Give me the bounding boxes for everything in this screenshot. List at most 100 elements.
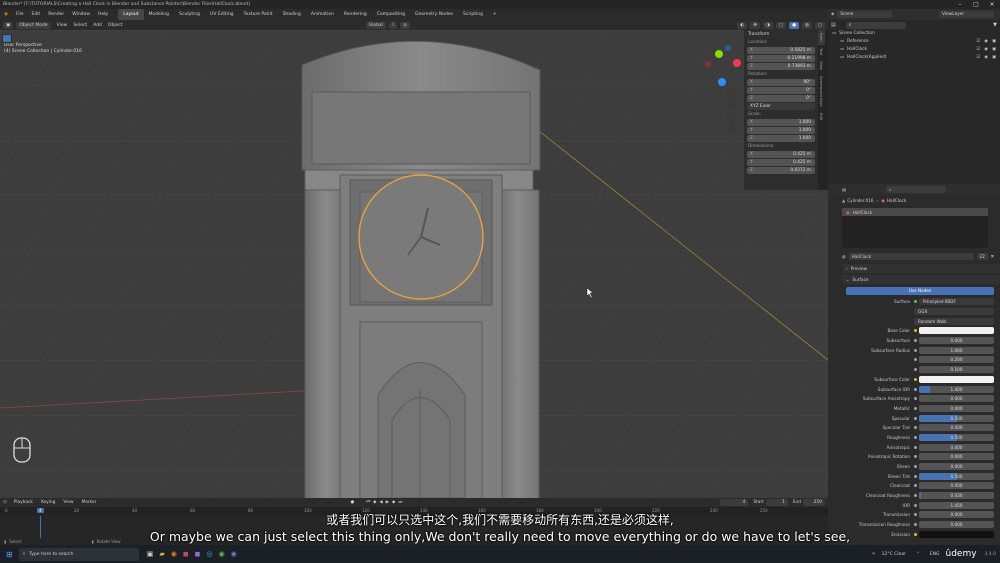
workspace-tab-modeling[interactable]: Modeling [144,9,174,20]
number-field[interactable]: 0.500 [919,472,994,480]
prev-keyframe-icon[interactable]: ◆ [373,500,376,505]
rotation-x-field[interactable]: X 90° [747,79,815,86]
socket-icon[interactable] [914,397,917,401]
socket-icon[interactable] [914,503,917,507]
workspace-tab-geometry-nodes[interactable]: Geometry Nodes [410,9,458,20]
socket-icon[interactable] [914,455,917,459]
workspace-tab-shading[interactable]: Shading [278,9,306,20]
socket-icon[interactable] [914,329,917,333]
camera-icon[interactable] [726,112,736,122]
material-slot-list[interactable]: ● HallClock [842,208,988,248]
timeline-editor-icon[interactable]: ◷ [0,500,10,505]
filter-icon[interactable]: ▼ [993,22,997,28]
add-workspace-icon[interactable]: + [488,9,502,20]
close-icon[interactable]: ✕ [984,0,1000,9]
location-y-field[interactable]: Y -0.21998 m [747,55,815,62]
shading-material-icon[interactable]: ◍ [802,21,813,29]
socket-icon[interactable] [914,339,917,343]
distribution-dropdown[interactable]: GGX [914,308,994,316]
blender-logo-icon[interactable]: ◉ [0,9,12,20]
material-datablock-field[interactable]: HallClock [848,252,974,260]
number-field[interactable]: 0.500 [919,433,994,441]
gizmo-z-icon[interactable] [718,78,726,86]
overlay-icon[interactable]: ◑ [762,21,773,29]
number-field[interactable]: 0.030 [919,492,994,500]
grid-view-icon[interactable] [726,124,736,134]
rotation-mode-dropdown[interactable]: XYZ Euler [747,103,815,110]
weather-icon[interactable]: ☀ [872,552,876,557]
visibility-eye-icon[interactable]: ◉ [984,46,988,54]
file-explorer-icon[interactable]: ▰ [159,550,164,558]
material-slot-row[interactable]: ● HallClock [842,208,988,216]
timeline-menu-playback[interactable]: Playback [10,500,37,505]
workspace-tab-texture-paint[interactable]: Texture Paint [239,9,278,20]
number-field[interactable]: 1.400 [919,385,994,393]
socket-icon[interactable] [914,416,917,420]
pan-hand-icon[interactable] [726,100,736,110]
obs-icon[interactable]: ◉ [231,550,237,558]
number-field[interactable]: 1.450 [919,501,994,509]
dimensions-y-field[interactable]: Y 0.425 m [747,159,815,166]
sidebar-tab-tool[interactable]: Tool [818,45,825,58]
next-keyframe-icon[interactable]: ◆ [392,500,395,505]
frame-end-field[interactable]: 250 [803,499,825,506]
outliner-item[interactable]: ▭ HallClock ☑ ◉ ▣ [828,46,1000,54]
surface-panel-header[interactable]: ⌄ Surface [842,275,1000,284]
subsurface-method-dropdown[interactable]: Random Walk [914,317,994,325]
maximize-icon[interactable]: □ [968,0,984,9]
properties-search-input[interactable]: ⌕ [885,186,946,193]
properties-editor-icon[interactable]: ▤ [842,187,846,192]
sidebar-tab-edit[interactable]: Edit [818,110,825,123]
number-field[interactable]: 0.000 [919,482,994,490]
color-swatch[interactable] [919,375,994,383]
socket-icon[interactable] [914,494,917,498]
transform-orientation-dropdown[interactable]: Global [365,21,386,29]
number-field[interactable]: 0.200 [919,356,994,364]
workspace-tab-layout[interactable]: Layout [118,9,144,20]
socket-icon[interactable] [914,474,917,478]
shading-solid-icon[interactable]: ● [789,21,800,29]
play-icon[interactable]: ▶ [386,500,389,505]
number-field[interactable]: 0.000 [919,395,994,403]
scale-x-field[interactable]: X 1.000 [747,119,815,126]
jump-start-icon[interactable]: ⏮ [366,500,370,505]
outliner-item[interactable]: ▭ HallClock(Applied) ☑ ◉ ▣ [828,54,1000,62]
play-reverse-icon[interactable]: ◀ [379,500,382,505]
socket-icon[interactable] [914,358,917,362]
number-field[interactable]: 0.000 [919,424,994,432]
preview-panel-header[interactable]: › Preview [842,264,1000,273]
menu-help[interactable]: Help [94,9,112,20]
material-browse-icon[interactable]: ◍ [842,254,846,259]
visibility-eye-icon[interactable]: ◉ [984,38,988,46]
render-camera-icon[interactable]: ▣ [992,46,996,54]
outliner-item[interactable]: ▭ Scene Collection [828,30,1000,38]
display-mode-icon[interactable]: ▤ [831,22,836,28]
workspace-tab-rendering[interactable]: Rendering [339,9,372,20]
socket-icon[interactable] [914,484,917,488]
scene-selector[interactable]: Scene [837,11,893,18]
socket-icon[interactable] [914,445,917,449]
number-field[interactable]: 0.000 [919,463,994,471]
current-frame-field[interactable]: 4 [720,499,749,506]
windows-start-icon[interactable]: ⊞ [6,550,13,559]
socket-icon[interactable] [914,426,917,430]
blender-taskbar-icon[interactable]: ◉ [171,550,177,558]
workspace-tab-animation[interactable]: Animation [306,9,339,20]
record-icon[interactable]: ● [350,500,354,505]
taskbar-search-box[interactable]: ⌕ Type here to search [18,547,139,561]
timeline-menu-view[interactable]: View [59,500,77,505]
scale-y-field[interactable]: Y 1.000 [747,127,815,134]
weather-text[interactable]: 12°C Clear [882,552,906,557]
proportional-edit-icon[interactable]: ◎ [400,21,411,29]
number-field[interactable]: 0.000 [919,443,994,451]
sidebar-tab-item[interactable]: Item [818,30,825,45]
socket-icon[interactable] [914,377,917,381]
socket-icon[interactable] [914,435,917,439]
task-view-icon[interactable]: ▣ [147,550,154,558]
location-z-field[interactable]: Z 0.73893 m [747,63,815,70]
view-layer-selector[interactable]: ViewLayer [939,11,994,18]
number-field[interactable]: 0.000 [919,453,994,461]
use-nodes-button[interactable]: Use Nodes [846,287,994,295]
gizmo-x-icon[interactable] [733,59,741,67]
number-field[interactable]: 0.000 [919,404,994,412]
